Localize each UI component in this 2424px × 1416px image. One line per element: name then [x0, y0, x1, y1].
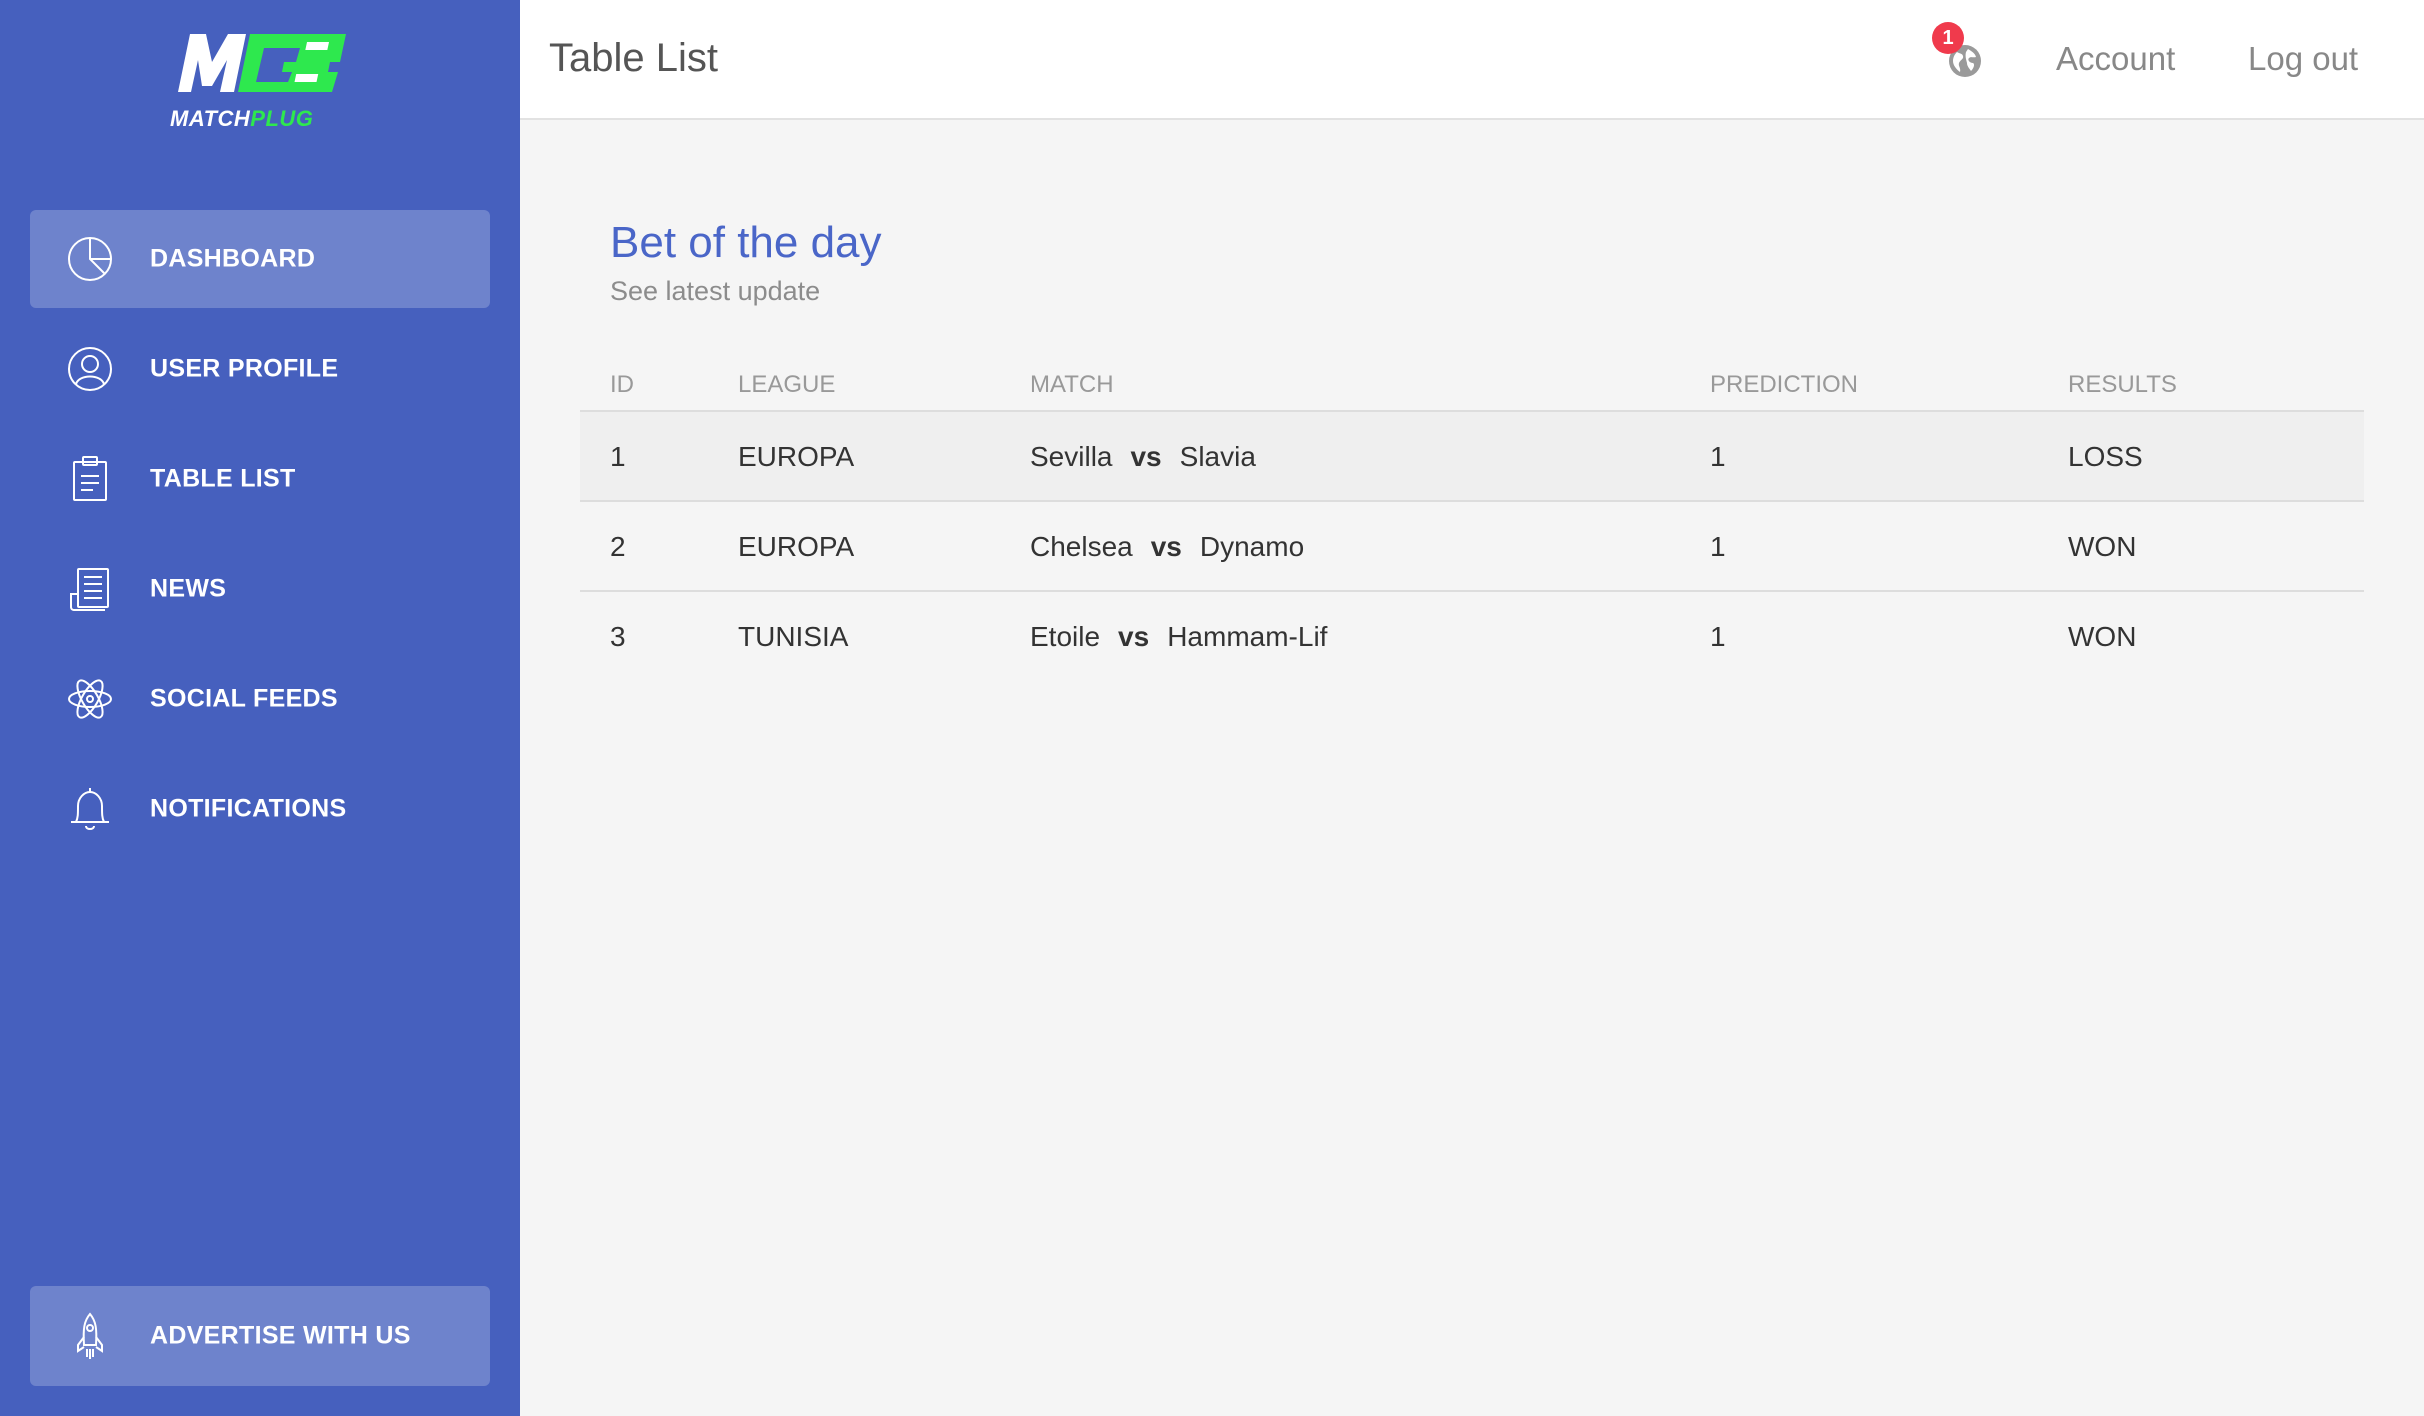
user-icon	[64, 343, 116, 395]
top-header: Table List 1 Account Log out	[520, 0, 2424, 120]
bets-table: ID LEAGUE MATCH PREDICTION RESULTS 1 EUR…	[580, 360, 2364, 682]
sidebar-item-social-feeds[interactable]: SOCIAL FEEDS	[30, 650, 490, 748]
atom-icon	[64, 673, 116, 725]
sidebar-item-label: NEWS	[150, 574, 227, 603]
sidebar-item-notifications[interactable]: NOTIFICATIONS	[30, 760, 490, 858]
app-root: MATCHPLUG DASHBOARD USER PROFILE TABLE L…	[0, 0, 2424, 1416]
match-away: Hammam-Lif	[1167, 621, 1328, 652]
match-vs: vs	[1130, 441, 1162, 472]
table-header: ID LEAGUE MATCH PREDICTION RESULTS	[580, 360, 2364, 412]
table-row: 1 EUROPA Sevilla vs Slavia 1 LOSS	[580, 412, 2364, 502]
match-away: Dynamo	[1199, 531, 1305, 562]
logo-wordmark-match: MATCH	[170, 106, 251, 131]
cell-league: EUROPA	[738, 441, 855, 472]
column-header-results: RESULTS	[2068, 371, 2177, 398]
sidebar-item-label: NOTIFICATIONS	[150, 794, 347, 823]
notification-badge[interactable]: 1	[1932, 22, 1964, 54]
advertise-label: ADVERTISE WITH US	[150, 1321, 411, 1350]
cell-id: 2	[610, 531, 626, 562]
cell-prediction: 1	[1710, 531, 1726, 562]
logo-wordmark-plug: PLUG	[250, 106, 314, 131]
column-header-prediction: PREDICTION	[1710, 371, 1859, 398]
match-home: Chelsea	[1030, 531, 1133, 562]
cell-result: LOSS	[2068, 441, 2143, 472]
sidebar-nav: DASHBOARD USER PROFILE TABLE LIST NEWS S…	[30, 210, 490, 870]
match-vs: vs	[1118, 621, 1150, 652]
rocket-icon	[64, 1310, 116, 1362]
sidebar-item-news[interactable]: NEWS	[30, 540, 490, 638]
sidebar-item-table-list[interactable]: TABLE LIST	[30, 430, 490, 528]
logo-wordmark: MATCHPLUG	[170, 106, 313, 132]
cell-match: Chelsea vs Dynamo	[1030, 531, 1304, 563]
section-title: Bet of the day	[610, 218, 882, 267]
clipboard-icon	[64, 453, 116, 505]
section-subtitle: See latest update	[610, 276, 821, 306]
sidebar-item-user-profile[interactable]: USER PROFILE	[30, 320, 490, 418]
table-row: 2 EUROPA Chelsea vs Dynamo 1 WON	[580, 502, 2364, 592]
cell-league: TUNISIA	[738, 621, 849, 652]
logo-mark-icon	[178, 34, 346, 92]
sidebar-item-label: USER PROFILE	[150, 354, 339, 383]
cell-result: WON	[2068, 621, 2137, 652]
pie-chart-icon	[64, 233, 116, 285]
cell-prediction: 1	[1710, 441, 1726, 472]
match-home: Sevilla	[1030, 441, 1113, 472]
cell-match: Etoile vs Hammam-Lif	[1030, 621, 1327, 653]
sidebar-item-dashboard[interactable]: DASHBOARD	[30, 210, 490, 308]
logout-link[interactable]: Log out	[2248, 40, 2358, 78]
column-header-match: MATCH	[1030, 371, 1114, 398]
match-home: Etoile	[1030, 621, 1101, 652]
match-away: Slavia	[1179, 441, 1256, 472]
sidebar-item-label: SOCIAL FEEDS	[150, 684, 338, 713]
cell-id: 1	[610, 441, 626, 472]
cell-league: EUROPA	[738, 531, 855, 562]
cell-result: WON	[2068, 531, 2137, 562]
sidebar: MATCHPLUG DASHBOARD USER PROFILE TABLE L…	[0, 0, 520, 1416]
table-row: 3 TUNISIA Etoile vs Hammam-Lif 1 WON	[580, 592, 2364, 682]
cell-match: Sevilla vs Slavia	[1030, 441, 1256, 473]
column-header-id: ID	[610, 371, 634, 398]
page-title: Table List	[549, 36, 718, 80]
matchplug-logo[interactable]: MATCHPLUG	[160, 28, 360, 138]
cell-id: 3	[610, 621, 626, 652]
sidebar-item-label: TABLE LIST	[150, 464, 296, 493]
sidebar-item-label: DASHBOARD	[150, 244, 316, 273]
bell-icon	[64, 783, 116, 835]
account-link[interactable]: Account	[2056, 40, 2175, 78]
newspaper-icon	[64, 563, 116, 615]
cell-prediction: 1	[1710, 621, 1726, 652]
match-vs: vs	[1150, 531, 1182, 562]
column-header-league: LEAGUE	[738, 371, 836, 398]
advertise-button[interactable]: ADVERTISE WITH US	[30, 1286, 490, 1386]
